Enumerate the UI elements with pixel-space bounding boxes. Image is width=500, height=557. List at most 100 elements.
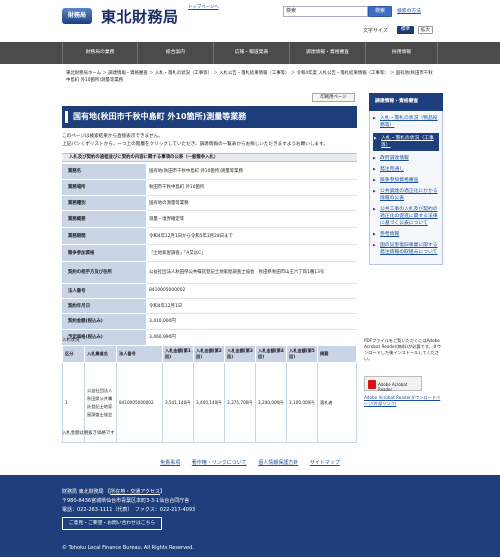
row-value: 秋田市千秋中島町 外10箇所 — [146, 179, 357, 196]
column-header: 入札業者名 — [84, 345, 117, 363]
page-title: 国有地(秋田市千秋中島町 外10箇所)測量等業務 — [62, 106, 357, 128]
tax-note: 入札金額は税抜き価格です — [62, 431, 115, 436]
column-header: 入札金額(第4回) — [255, 345, 287, 363]
footer-links: 免責事項 著作権・リンクについて 個人情報保護方針 サイトマップ — [0, 459, 500, 466]
footer-org: 財務局 東北財務局 — [62, 489, 104, 495]
row-value: 国有地(秋田市千秋中島町 外10箇所)測量等業務 — [146, 164, 357, 180]
row-value: 測量・境界確定等 — [146, 210, 357, 228]
column-header: 法人番号 — [116, 345, 163, 363]
column-header: 入札金額(第2回) — [193, 345, 225, 363]
row-value: 8410005000002 — [146, 283, 357, 299]
row-label: 業務名 — [62, 164, 146, 180]
row-value: 令和4年12月1日から令和5年3月28日まで — [146, 227, 357, 245]
row-value: 「土地家屋調査」「A又はC」 — [146, 244, 357, 262]
copyright-link[interactable]: 著作権・リンクについて — [192, 460, 247, 466]
row-label: 業務期間 — [62, 227, 146, 245]
nav-item-general-info[interactable]: 総合案内 — [137, 42, 213, 64]
cell-remarks: 落札者 — [317, 362, 357, 443]
intro-line-1: このページは検索結果から直接表示できません。 — [62, 134, 163, 139]
row-label: 業務概要 — [62, 210, 146, 228]
bid-result-table: 区分 入札業者名 法人番号 入札金額(第1回) 入札金額(第2回) 入札金額(第… — [62, 345, 357, 443]
row-label: 競争参加資格 — [62, 244, 146, 262]
sidebar-item-qualification[interactable]: 競争参加資格審査 — [373, 177, 439, 184]
adobe-reader-label: Adobe Acrobat Reader — [378, 382, 408, 392]
text-size-standard-button[interactable]: 標準 — [397, 26, 414, 34]
table-row: 法人番号 8410005000002 — [62, 283, 357, 299]
contract-info-table: 業務名 国有地(秋田市千秋中島町 外10箇所)測量等業務 業務場所 秋田市千秋中島町… — [62, 164, 357, 346]
top-page-link[interactable]: トップページへ — [188, 4, 219, 10]
sidebar-item-reference[interactable]: 参考情報 — [373, 231, 439, 238]
cell-bid-2: 3,440,140円 — [193, 362, 225, 443]
column-header: 摘要 — [317, 345, 357, 363]
search-input[interactable]: 検索 — [283, 6, 368, 17]
intro-text: このページは検索結果から直接表示できません。 上記パンくずリストから、一つ上の階… — [62, 133, 357, 149]
column-header: 区分 — [62, 345, 85, 363]
table-row: 契約の相手方及び住所 公益社団法人秋田県公共嘱託登記土地家屋調査士協会 秋田県秋田… — [62, 261, 357, 284]
cell-bid-4: 3,200,000円 — [255, 362, 287, 443]
row-value: 令和4年12月1日 — [146, 298, 357, 314]
pdf-icon — [368, 380, 376, 389]
row-label: 契約金額(税込み) — [62, 313, 146, 330]
sidebar-item-bids-works[interactable]: 入札・落札の状況（工事等） — [373, 133, 439, 151]
text-size-label: 文字サイズ — [363, 28, 388, 34]
sidebar: 調達情報・資格審査 入札・落札の状況（物品役務等） 入札・落札の状況（工事等） … — [369, 93, 443, 265]
row-label: 契約年月日 — [62, 298, 146, 314]
search-button[interactable]: 検索 — [368, 6, 392, 17]
table-row: 契約金額(税込み) 3,410,000円 — [62, 313, 357, 330]
row-value: 公益社団法人秋田県公共嘱託登記土地家屋調査士協会 秋田県秋田市山王六丁目1番13… — [146, 261, 357, 284]
sidebar-item-outlook[interactable]: 発注見通し — [373, 166, 439, 173]
column-header: 入札金額(第1回) — [162, 345, 194, 363]
sidebar-item-gov-procurement[interactable]: 政府調達情報 — [373, 155, 439, 162]
row-label: 法人番号 — [62, 283, 146, 299]
sidebar-item-public-works-law[interactable]: 公共工事の入札及び契約の適正化の促進に関する法律に基づく公表について — [373, 206, 439, 227]
sidebar-item-bids-goods[interactable]: 入札・落札の状況（物品役務等） — [373, 115, 439, 129]
nav-item-press[interactable]: 広報・報道発表 — [213, 42, 289, 64]
site-footer: 財務局 東北財務局 【所在地・交通アクセス】 〒980-8436宮城県仙台市青葉… — [0, 475, 500, 557]
bid-status-label: 入札状況 — [62, 338, 80, 343]
global-nav: 財務局の業務 総合案内 広報・報道発表 調達情報・資格審査 採用情報 — [0, 42, 500, 64]
row-value: 3,410,000円 — [146, 313, 357, 330]
text-size-large-button[interactable]: 拡大 — [418, 26, 433, 34]
sitemap-link[interactable]: サイトマップ — [310, 460, 340, 466]
site-name[interactable]: 東北財務局 — [101, 6, 179, 27]
table-row: 予定価格(税込み) 3,460,990円 — [62, 329, 357, 346]
contact-button[interactable]: ご意見・ご要望・お問い合わせはこちら — [62, 517, 162, 530]
nav-item-bureau-work[interactable]: 財務局の業務 — [62, 42, 137, 64]
privacy-link[interactable]: 個人情報保護方針 — [258, 460, 298, 466]
sidebar-item-procurement-disclosure[interactable]: 公共調達の適正化にかかる情報の公表 — [373, 188, 439, 202]
access-link[interactable]: 所在地・交通アクセス — [110, 489, 160, 495]
row-label: 業務種別 — [62, 195, 146, 211]
sidebar-heading: 調達情報・資格審査 — [369, 93, 443, 111]
table-row: 競争参加資格 「土地家屋調査」「A又はC」 — [62, 244, 357, 262]
column-header: 入札金額(第5回) — [286, 345, 318, 363]
table-row: 契約年月日 令和4年12月1日 — [62, 298, 357, 314]
footer-info: 財務局 東北財務局 【所在地・交通アクセス】 〒980-8436宮城県仙台市青葉… — [62, 489, 196, 513]
copyright-text: © Tohoku Local Finance Bureau. All Right… — [62, 545, 194, 551]
table-row: 業務名 国有地(秋田市千秋中島町 外10箇所)測量等業務 — [62, 164, 357, 180]
row-value: 3,460,990円 — [146, 329, 357, 346]
table-row: 業務種別 国有地の測量等業務 — [62, 195, 357, 211]
table-row: 業務期間 令和4年12月1日から令和5年3月28日まで — [62, 227, 357, 245]
intro-line-2: 上記パンくずリストから、一つ上の階層をクリックしていただき、調達情報の一覧表から… — [62, 142, 328, 147]
nav-item-procurement[interactable]: 調達情報・資格審査 — [289, 42, 365, 64]
logo-icon[interactable]: 財務局 — [62, 8, 92, 24]
table-header-row: 区分 入札業者名 法人番号 入札金額(第1回) 入札金額(第2回) 入札金額(第… — [62, 345, 357, 363]
row-label: 契約の相手方及び住所 — [62, 261, 146, 284]
cell-bid-3: 3,375,700円 — [224, 362, 256, 443]
breadcrumb[interactable]: 東北財務局ホーム ＞ 調達情報・資格審査 ＞ 入札・落札の状況（工事等） ＞ 入… — [66, 70, 436, 84]
cell-corp-number: 8410005000002 — [116, 362, 163, 443]
adobe-reader-badge[interactable]: Adobe Acrobat Reader — [364, 376, 422, 392]
column-header: 入札金額(第3回) — [224, 345, 256, 363]
pdf-note: PDFファイルをご覧いただくにはAdobe Acrobat Reader(無料)… — [364, 338, 442, 361]
sidebar-item-disaster-recovery[interactable]: 国の災害復旧事業に関する発注情報の取組みについて — [373, 242, 439, 256]
row-value: 国有地の測量等業務 — [146, 195, 357, 211]
cell-bid-5: 3,100,000円 — [286, 362, 318, 443]
disclaimer-link[interactable]: 免責事項 — [160, 460, 180, 466]
cell-bid-1: 3,541,140円 — [162, 362, 194, 443]
sidebar-list: 入札・落札の状況（物品役務等） 入札・落札の状況（工事等） 政府調達情報 発注見… — [369, 111, 443, 265]
adobe-download-link[interactable]: Adobe Acrobat Readerダウンロードページ(外部リンク) — [364, 395, 444, 407]
nav-item-recruit[interactable]: 採用情報 — [365, 42, 438, 64]
footer-phone: 電話：022-263-1111（代表） ファクス：022-217-4093 — [62, 507, 196, 513]
print-button[interactable]: 印刷用ページ — [312, 93, 355, 102]
search-help-link[interactable]: 検索の方法 — [397, 7, 421, 14]
